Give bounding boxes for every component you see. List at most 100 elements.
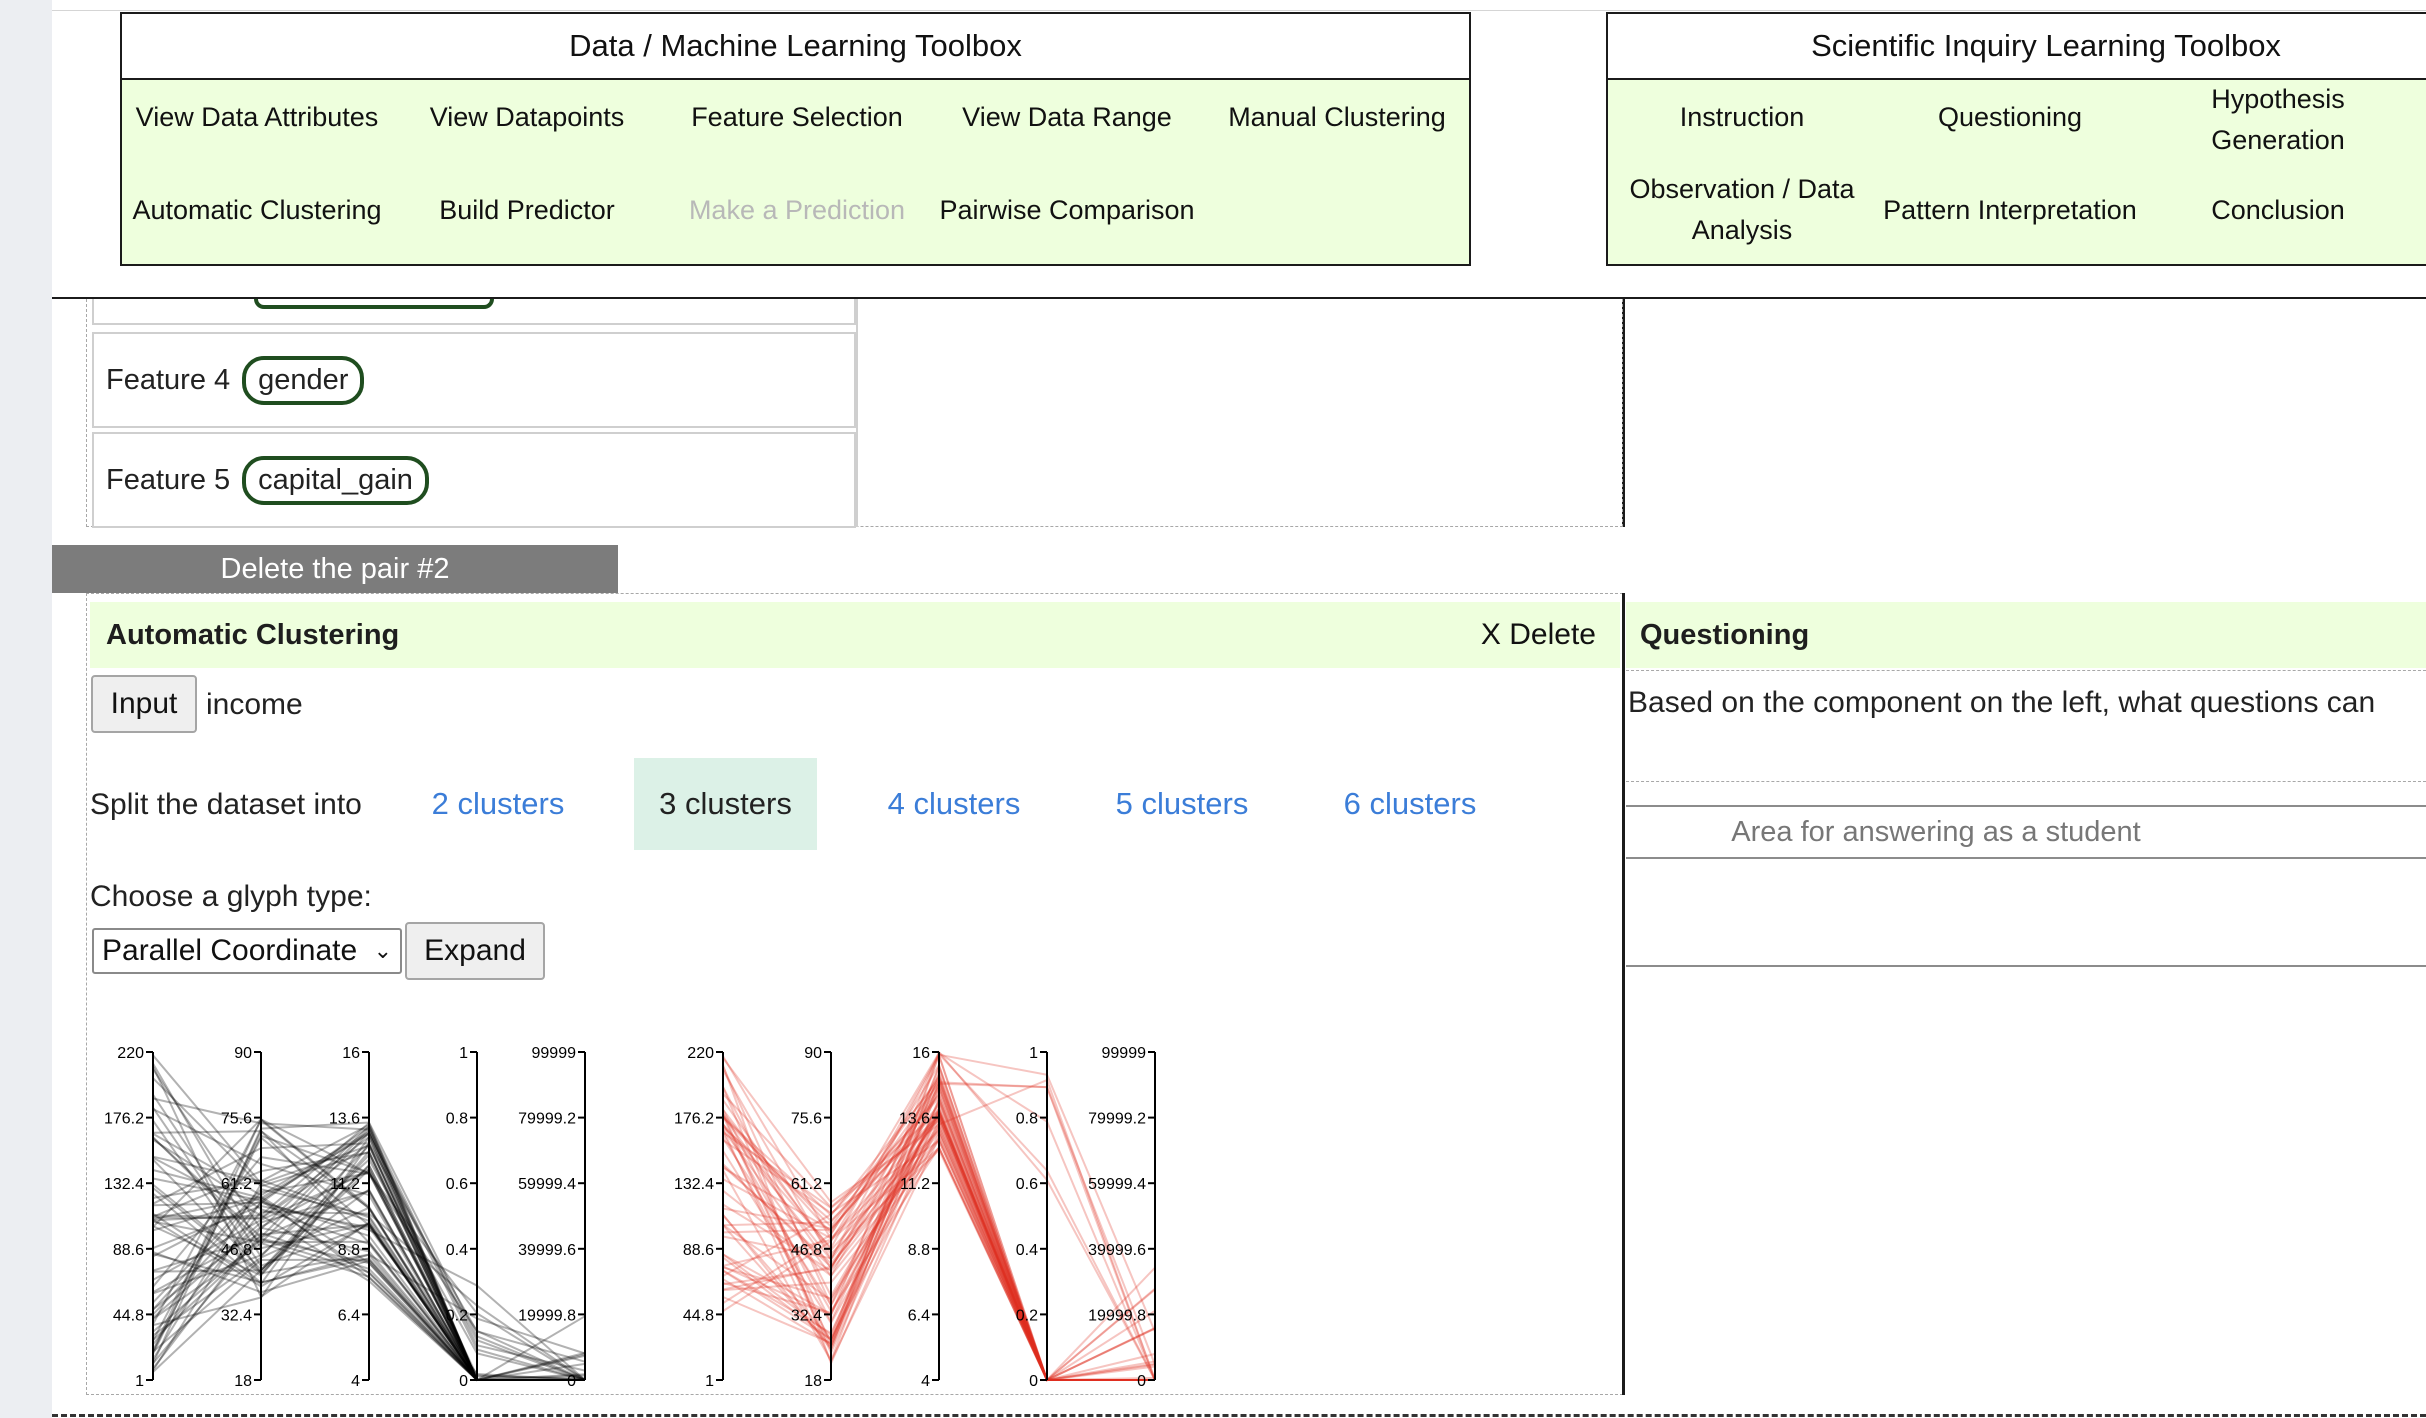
- tool-view-datapoints[interactable]: View Datapoints: [392, 94, 662, 140]
- bottom-divider: [52, 1414, 2426, 1417]
- feature-row-partial: [92, 299, 856, 325]
- cluster-option-3[interactable]: 3 clusters: [634, 758, 817, 850]
- answer-area[interactable]: [1626, 859, 2426, 967]
- delete-component-button[interactable]: X Delete: [1481, 618, 1596, 652]
- pcp-tick-label: 16: [912, 1045, 930, 1062]
- pcp-tick-label: 16: [342, 1045, 360, 1062]
- pcp-tick-label: 59999.4: [1088, 1176, 1146, 1193]
- cluster-option-4[interactable]: 4 clusters: [864, 758, 1044, 850]
- pcp-tick-label: 0.2: [1016, 1307, 1038, 1324]
- clustering-panel-header: Automatic Clustering X Delete: [90, 602, 1620, 668]
- pcp-tick-label: 18: [804, 1373, 822, 1390]
- input-button[interactable]: Input: [91, 675, 197, 733]
- tool-feature-selection[interactable]: Feature Selection: [662, 94, 932, 140]
- pcp-tick-label: 44.8: [113, 1307, 144, 1324]
- pcp-tick-label: 176.2: [104, 1111, 144, 1128]
- feature-value-pill[interactable]: gender: [242, 355, 365, 405]
- pcp-tick-label: 11.2: [900, 1176, 930, 1193]
- feature-value-pill[interactable]: capital_gain: [242, 455, 429, 505]
- tool-instruction[interactable]: Instruction: [1608, 94, 1876, 140]
- pcp-tick-label: 44.8: [683, 1307, 714, 1324]
- inquiry-toolbox: Scientific Inquiry Learning Toolbox Inst…: [1606, 12, 2426, 266]
- pcp-tick-label: 19999.8: [518, 1307, 576, 1324]
- chevron-down-icon: ⌄: [373, 938, 392, 963]
- cluster-option-2[interactable]: 2 clusters: [408, 758, 588, 850]
- input-target-value: income: [206, 688, 303, 721]
- pcp-tick-label: 0: [1137, 1373, 1146, 1390]
- pcp-tick-label: 4: [351, 1373, 360, 1390]
- tool-manual-clustering[interactable]: Manual Clustering: [1202, 94, 1472, 140]
- pcp-tick-label: 90: [234, 1045, 252, 1062]
- pcp-tick-label: 6.4: [908, 1307, 930, 1324]
- pcp-tick-label: 132.4: [674, 1176, 714, 1193]
- feature-label: Feature 5: [106, 463, 231, 496]
- pcp-tick-label: 61.2: [221, 1176, 252, 1193]
- question-prompt: Based on the component on the left, what…: [1628, 686, 2376, 719]
- pcp-tick-label: 1: [705, 1373, 714, 1390]
- data-ml-toolbox-title: Data / Machine Learning Toolbox: [122, 14, 1469, 80]
- feature-pill-partial: [254, 299, 494, 309]
- pcp-tick-label: 0.8: [446, 1111, 468, 1128]
- pcp-tick-label: 132.4: [104, 1176, 144, 1193]
- pcp-tick-label: 220: [687, 1045, 714, 1062]
- pcp-tick-label: 59999.4: [518, 1176, 576, 1193]
- questioning-panel-title: Questioning: [1640, 618, 1810, 651]
- pcp-tick-label: 0.6: [446, 1176, 468, 1193]
- pcp-tick-label: 0: [459, 1373, 468, 1390]
- inquiry-toolbox-title: Scientific Inquiry Learning Toolbox: [1608, 14, 2426, 80]
- pcp-tick-label: 39999.6: [1088, 1242, 1146, 1259]
- pcp-tick-label: 75.6: [791, 1111, 822, 1128]
- tool-hypothesis-generation[interactable]: Hypothesis Generation: [2144, 78, 2412, 162]
- tool-view-data-attributes[interactable]: View Data Attributes: [122, 94, 392, 140]
- tool-automatic-clustering[interactable]: Automatic Clustering: [122, 187, 392, 233]
- tool-view-data-range[interactable]: View Data Range: [932, 94, 1202, 140]
- data-ml-toolbox: Data / Machine Learning Toolbox View Dat…: [120, 12, 1471, 266]
- feature-list-divider: [856, 299, 858, 527]
- pcp-tick-label: 176.2: [674, 1111, 714, 1128]
- pcp-tick-label: 90: [804, 1045, 822, 1062]
- pcp-tick-label: 0: [1029, 1373, 1038, 1390]
- tool-make-a-prediction: Make a Prediction: [688, 194, 906, 225]
- pcp-tick-label: 46.8: [221, 1242, 252, 1259]
- tool-questioning[interactable]: Questioning: [1876, 94, 2144, 140]
- tool-pattern-interpretation[interactable]: Pattern Interpretation: [1876, 187, 2144, 233]
- pcp-tick-label: 6.4: [338, 1307, 360, 1324]
- tool-pairwise-comparison[interactable]: Pairwise Comparison: [932, 187, 1202, 233]
- glyph-type-select[interactable]: Parallel Coordinate ⌄: [92, 928, 402, 974]
- answer-area-label: Area for answering as a student: [1626, 805, 2426, 859]
- pcp-tick-label: 8.8: [908, 1242, 930, 1259]
- glyph-type-selected: Parallel Coordinate: [102, 934, 358, 967]
- pcp-tick-label: 32.4: [221, 1307, 252, 1324]
- pcp-tick-label: 39999.6: [518, 1242, 576, 1259]
- pcp-tick-label: 79999.2: [1088, 1111, 1146, 1128]
- pcp-tick-label: 0: [567, 1373, 576, 1390]
- pcp-tick-label: 1: [1029, 1045, 1038, 1062]
- pcp-tick-label: 13.6: [329, 1111, 360, 1128]
- pcp-tick-label: 11.2: [330, 1176, 360, 1193]
- pcp-tick-label: 8.8: [338, 1242, 360, 1259]
- cluster-option-5[interactable]: 5 clusters: [1092, 758, 1272, 850]
- pcp-tick-label: 19999.8: [1088, 1307, 1146, 1324]
- pcp-tick-label: 1: [135, 1373, 144, 1390]
- pcp-tick-label: 220: [117, 1045, 144, 1062]
- pcp-tick-label: 13.6: [899, 1111, 930, 1128]
- pcp-tick-label: 75.6: [221, 1111, 252, 1128]
- pcp-tick-label: 88.6: [113, 1242, 144, 1259]
- tool-conclusion[interactable]: Conclusion: [2144, 187, 2412, 233]
- tool-observation-data-analysis[interactable]: Observation / Data Analysis: [1608, 168, 1876, 252]
- pcp-tick-label: 46.8: [791, 1242, 822, 1259]
- tool-build-predictor[interactable]: Build Predictor: [392, 187, 662, 233]
- pcp-tick-label: 79999.2: [518, 1111, 576, 1128]
- feature-row: Feature 5 capital_gain: [92, 432, 856, 528]
- pcp-tick-label: 99999: [1102, 1045, 1147, 1062]
- cluster-option-6[interactable]: 6 clusters: [1320, 758, 1500, 850]
- expand-button[interactable]: Expand: [405, 922, 545, 980]
- feature-row: Feature 4 gender: [92, 332, 856, 428]
- pcp-tick-label: 32.4: [791, 1307, 822, 1324]
- split-label: Split the dataset into: [90, 788, 362, 821]
- pcp-tick-label: 88.6: [683, 1242, 714, 1259]
- pcp-tick-label: 4: [921, 1373, 930, 1390]
- delete-pair-button[interactable]: Delete the pair #2: [52, 545, 618, 593]
- pcp-tick-label: 99999: [532, 1045, 577, 1062]
- pcp-tick-label: 0.8: [1016, 1111, 1038, 1128]
